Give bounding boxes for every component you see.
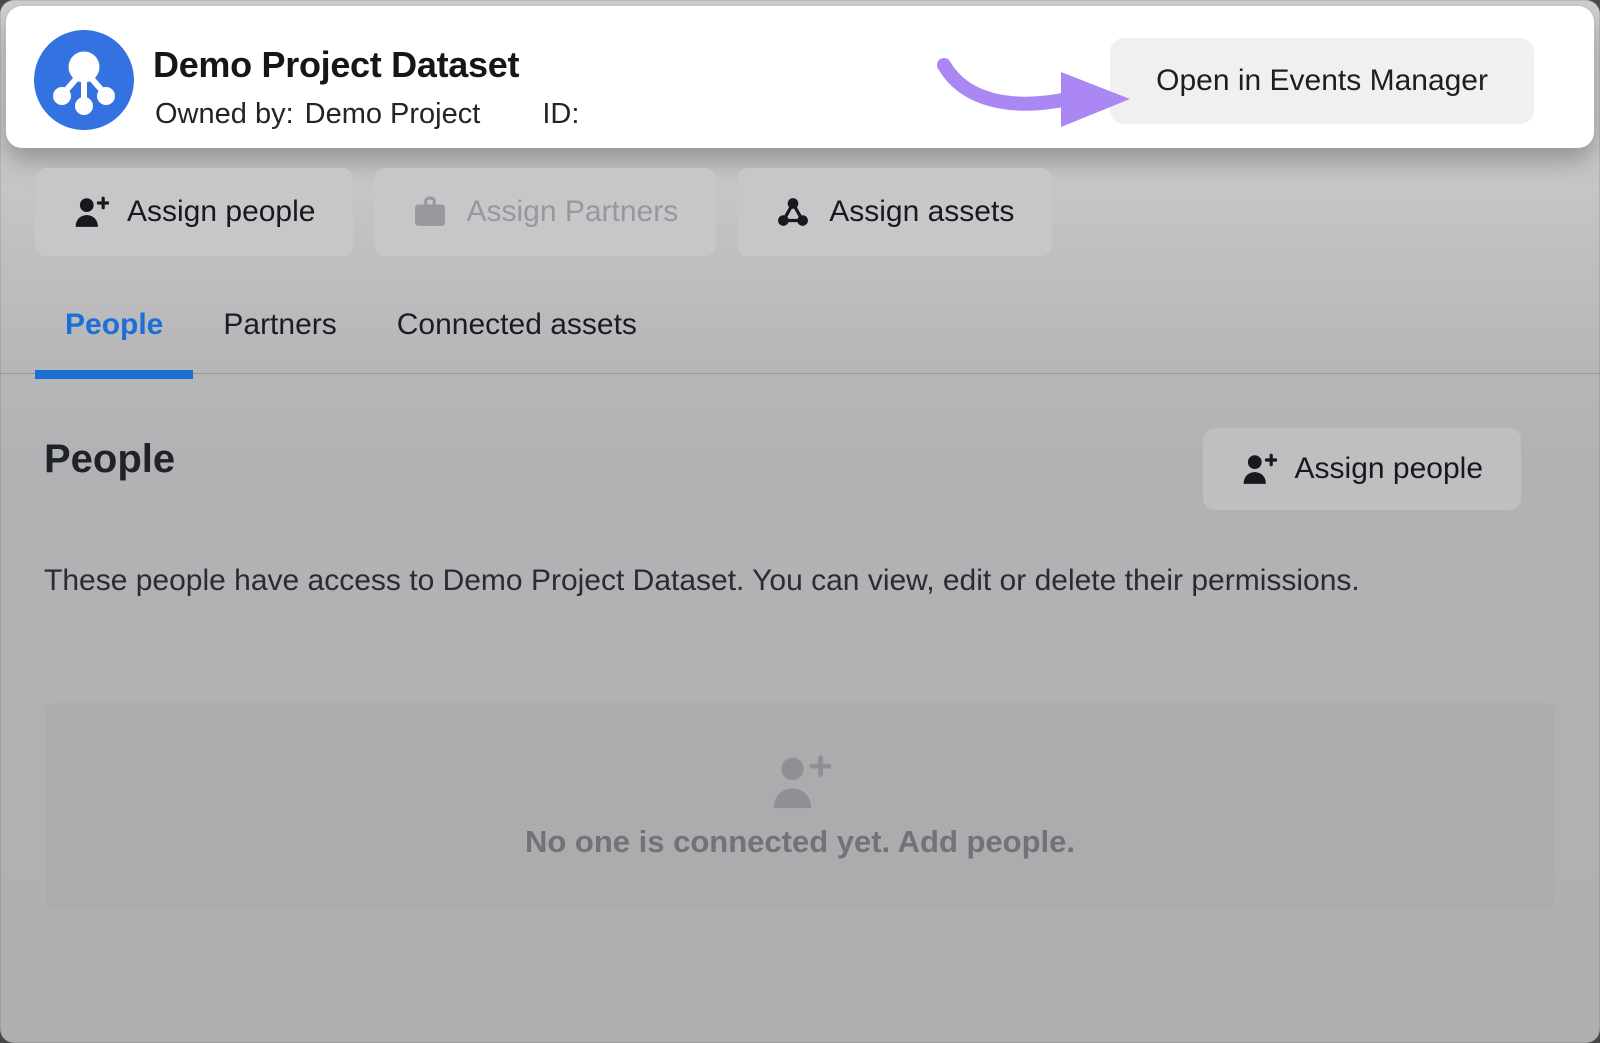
people-description: These people have access to Demo Project… [44, 556, 1374, 606]
assign-assets-button[interactable]: Assign assets [737, 168, 1052, 256]
person-plus-icon [1241, 453, 1277, 485]
tab-people[interactable]: People [35, 280, 193, 379]
assign-people-secondary-label: Assign people [1295, 452, 1483, 486]
dataset-network-icon [34, 30, 134, 130]
person-plus-icon [768, 754, 832, 810]
tab-connected-assets[interactable]: Connected assets [367, 280, 667, 379]
assign-people-button[interactable]: Assign people [35, 168, 353, 256]
owned-by-label: Owned by: [155, 98, 294, 131]
empty-state: No one is connected yet. Add people. [45, 703, 1555, 910]
dataset-avatar [34, 30, 134, 130]
assign-partners-button[interactable]: Assign Partners [374, 168, 716, 256]
assign-assets-label: Assign assets [829, 195, 1014, 229]
empty-state-text: No one is connected yet. Add people. [525, 824, 1075, 860]
tab-bar: People Partners Connected assets [35, 280, 667, 379]
tab-partners[interactable]: Partners [193, 280, 366, 379]
toolbar: Assign people Assign Partners Assign ass… [35, 168, 1052, 256]
id-label: ID: [542, 98, 579, 131]
briefcase-icon [412, 196, 448, 228]
people-heading: People [44, 437, 175, 482]
page: Demo Project Dataset Owned by: Demo Proj… [0, 0, 1600, 1043]
node-triangle-icon [775, 196, 811, 228]
dataset-header: Demo Project Dataset Owned by: Demo Proj… [6, 6, 1594, 148]
page-title: Demo Project Dataset [153, 44, 519, 86]
person-plus-icon [73, 196, 109, 228]
dataset-subtitle: Owned by: Demo Project ID: [155, 98, 579, 131]
open-in-events-manager-button[interactable]: Open in Events Manager [1110, 38, 1534, 124]
assign-partners-label: Assign Partners [466, 195, 678, 229]
owned-by-value: Demo Project [305, 98, 481, 131]
assign-people-secondary-button[interactable]: Assign people [1203, 428, 1521, 510]
assign-people-label: Assign people [127, 195, 315, 229]
